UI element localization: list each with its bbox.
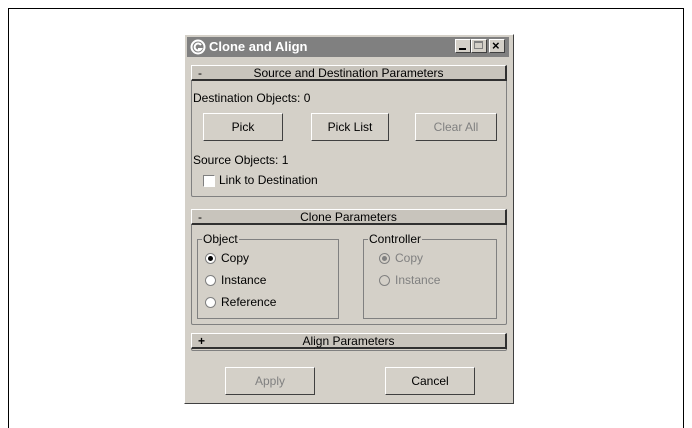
close-icon: × <box>492 38 500 53</box>
pick-list-button[interactable]: Pick List <box>311 113 389 141</box>
object-copy-label: Copy <box>221 251 250 265</box>
object-instance-radio[interactable] <box>205 275 216 286</box>
rollout-title: Source and Destination Parameters <box>253 66 444 80</box>
object-group-title: Object <box>202 232 239 246</box>
controller-instance-label: Instance <box>395 273 441 287</box>
controller-copy-label: Copy <box>395 251 424 265</box>
link-to-destination-checkbox[interactable] <box>203 175 215 187</box>
clone-and-align-dialog: Clone and Align × - Source and Destinati… <box>184 34 514 404</box>
clear-all-button[interactable]: Clear All <box>415 113 497 141</box>
object-instance-label: Instance <box>221 273 267 287</box>
maximize-button[interactable] <box>471 39 487 53</box>
object-reference-label: Reference <box>221 295 277 309</box>
dialog-title: Clone and Align <box>209 39 308 54</box>
source-destination-header[interactable]: - Source and Destination Parameters <box>191 65 507 81</box>
app-logo-icon <box>190 39 206 55</box>
close-button[interactable]: × <box>489 38 505 53</box>
minimize-button[interactable] <box>455 39 471 53</box>
rollout-title: Align Parameters <box>302 334 395 348</box>
object-copy-radio[interactable] <box>205 253 216 264</box>
link-to-destination-label: Link to Destination <box>219 173 318 187</box>
minimize-icon <box>459 48 466 50</box>
controller-group-title: Controller <box>368 232 423 246</box>
object-reference-radio[interactable] <box>205 297 216 308</box>
title-bar[interactable]: Clone and Align × <box>187 37 509 57</box>
controller-copy-radio[interactable] <box>379 253 390 264</box>
controller-instance-radio[interactable] <box>379 275 390 286</box>
pick-button[interactable]: Pick <box>203 113 283 141</box>
destination-objects-label: Destination Objects: 0 <box>193 91 311 105</box>
maximize-icon <box>474 41 483 49</box>
apply-button[interactable]: Apply <box>225 367 315 395</box>
align-parameters-header[interactable]: + Align Parameters <box>191 333 507 349</box>
cancel-button[interactable]: Cancel <box>385 367 475 395</box>
clone-parameters-header[interactable]: - Clone Parameters <box>191 209 507 225</box>
rollout-title: Clone Parameters <box>300 210 397 224</box>
source-objects-label: Source Objects: 1 <box>193 153 289 167</box>
